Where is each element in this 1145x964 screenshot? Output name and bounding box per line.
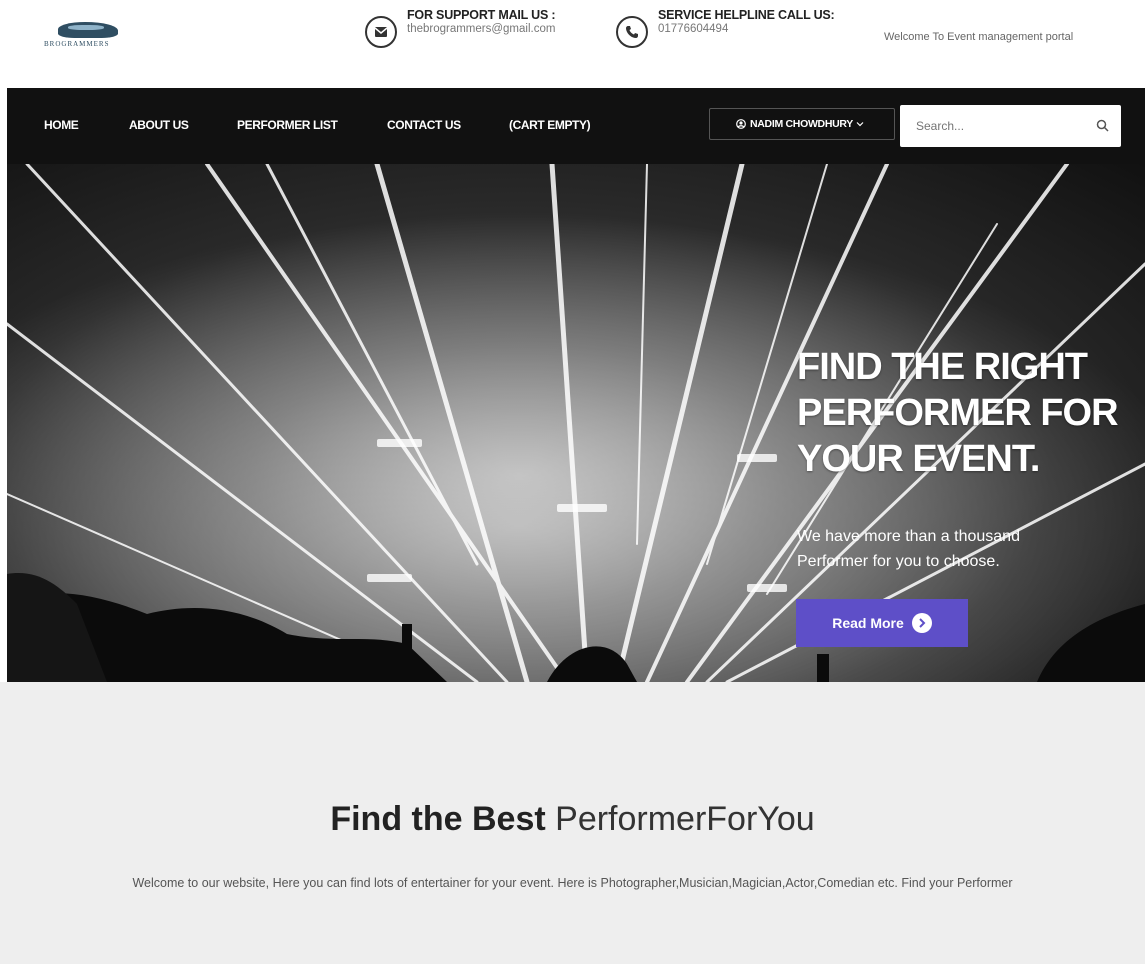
- nav-about-us[interactable]: ABOUT US: [129, 118, 189, 132]
- intro-section: Find the Best PerformerForYou Welcome to…: [0, 682, 1145, 964]
- search-input[interactable]: [900, 105, 1080, 147]
- search-icon[interactable]: [1096, 119, 1109, 132]
- nav-performer-list[interactable]: PERFORMER LIST: [237, 118, 338, 132]
- top-info-bar: BROGRAMMERS FOR SUPPORT MAIL US : thebro…: [0, 0, 1145, 88]
- support-mail-title: FOR SUPPORT MAIL US :: [407, 8, 556, 22]
- phone-icon: [616, 16, 648, 48]
- hero-banner: FIND THE RIGHT PERFORMER FOR YOUR EVENT.…: [7, 164, 1145, 682]
- user-icon: [736, 119, 746, 129]
- section-title-light: PerformerForYou: [555, 800, 815, 838]
- helpline-value[interactable]: 01776604494: [658, 23, 835, 35]
- nav-home[interactable]: HOME: [44, 118, 79, 132]
- user-menu-button[interactable]: NADIM CHOWDHURY: [709, 108, 895, 140]
- logo-text: BROGRAMMERS: [44, 40, 110, 48]
- nav-contact-us[interactable]: CONTACT US: [387, 118, 461, 132]
- nav-cart[interactable]: (CART EMPTY): [509, 118, 591, 132]
- helpline-info: SERVICE HELPLINE CALL US: 01776604494: [616, 8, 835, 48]
- envelope-icon: [365, 16, 397, 48]
- search-box: [900, 105, 1121, 147]
- hero-heading: FIND THE RIGHT PERFORMER FOR YOUR EVENT.: [797, 346, 1119, 480]
- arrow-right-icon: [911, 613, 932, 633]
- section-title-bold: Find the Best: [330, 800, 546, 838]
- chevron-down-icon: [856, 122, 864, 127]
- main-navbar: HOME ABOUT US PERFORMER LIST CONTACT US …: [7, 88, 1145, 164]
- support-mail-value[interactable]: thebrogrammers@gmail.com: [407, 23, 555, 35]
- helpline-title: SERVICE HELPLINE CALL US:: [658, 8, 835, 22]
- section-title: Find the Best PerformerForYou: [0, 800, 1145, 839]
- read-more-button[interactable]: Read More: [796, 599, 968, 647]
- hero-subtext: We have more than a thousand Performer f…: [797, 528, 1020, 570]
- welcome-text: Welcome To Event management portal: [884, 31, 1074, 43]
- support-mail-info: FOR SUPPORT MAIL US : thebrogrammers@gma…: [365, 8, 556, 48]
- logo-car-icon: [58, 22, 118, 38]
- user-name: NADIM CHOWDHURY: [749, 118, 854, 130]
- read-more-label: Read More: [832, 615, 904, 631]
- section-description: Welcome to our website, Here you can fin…: [132, 876, 1013, 890]
- site-logo[interactable]: BROGRAMMERS: [40, 18, 150, 50]
